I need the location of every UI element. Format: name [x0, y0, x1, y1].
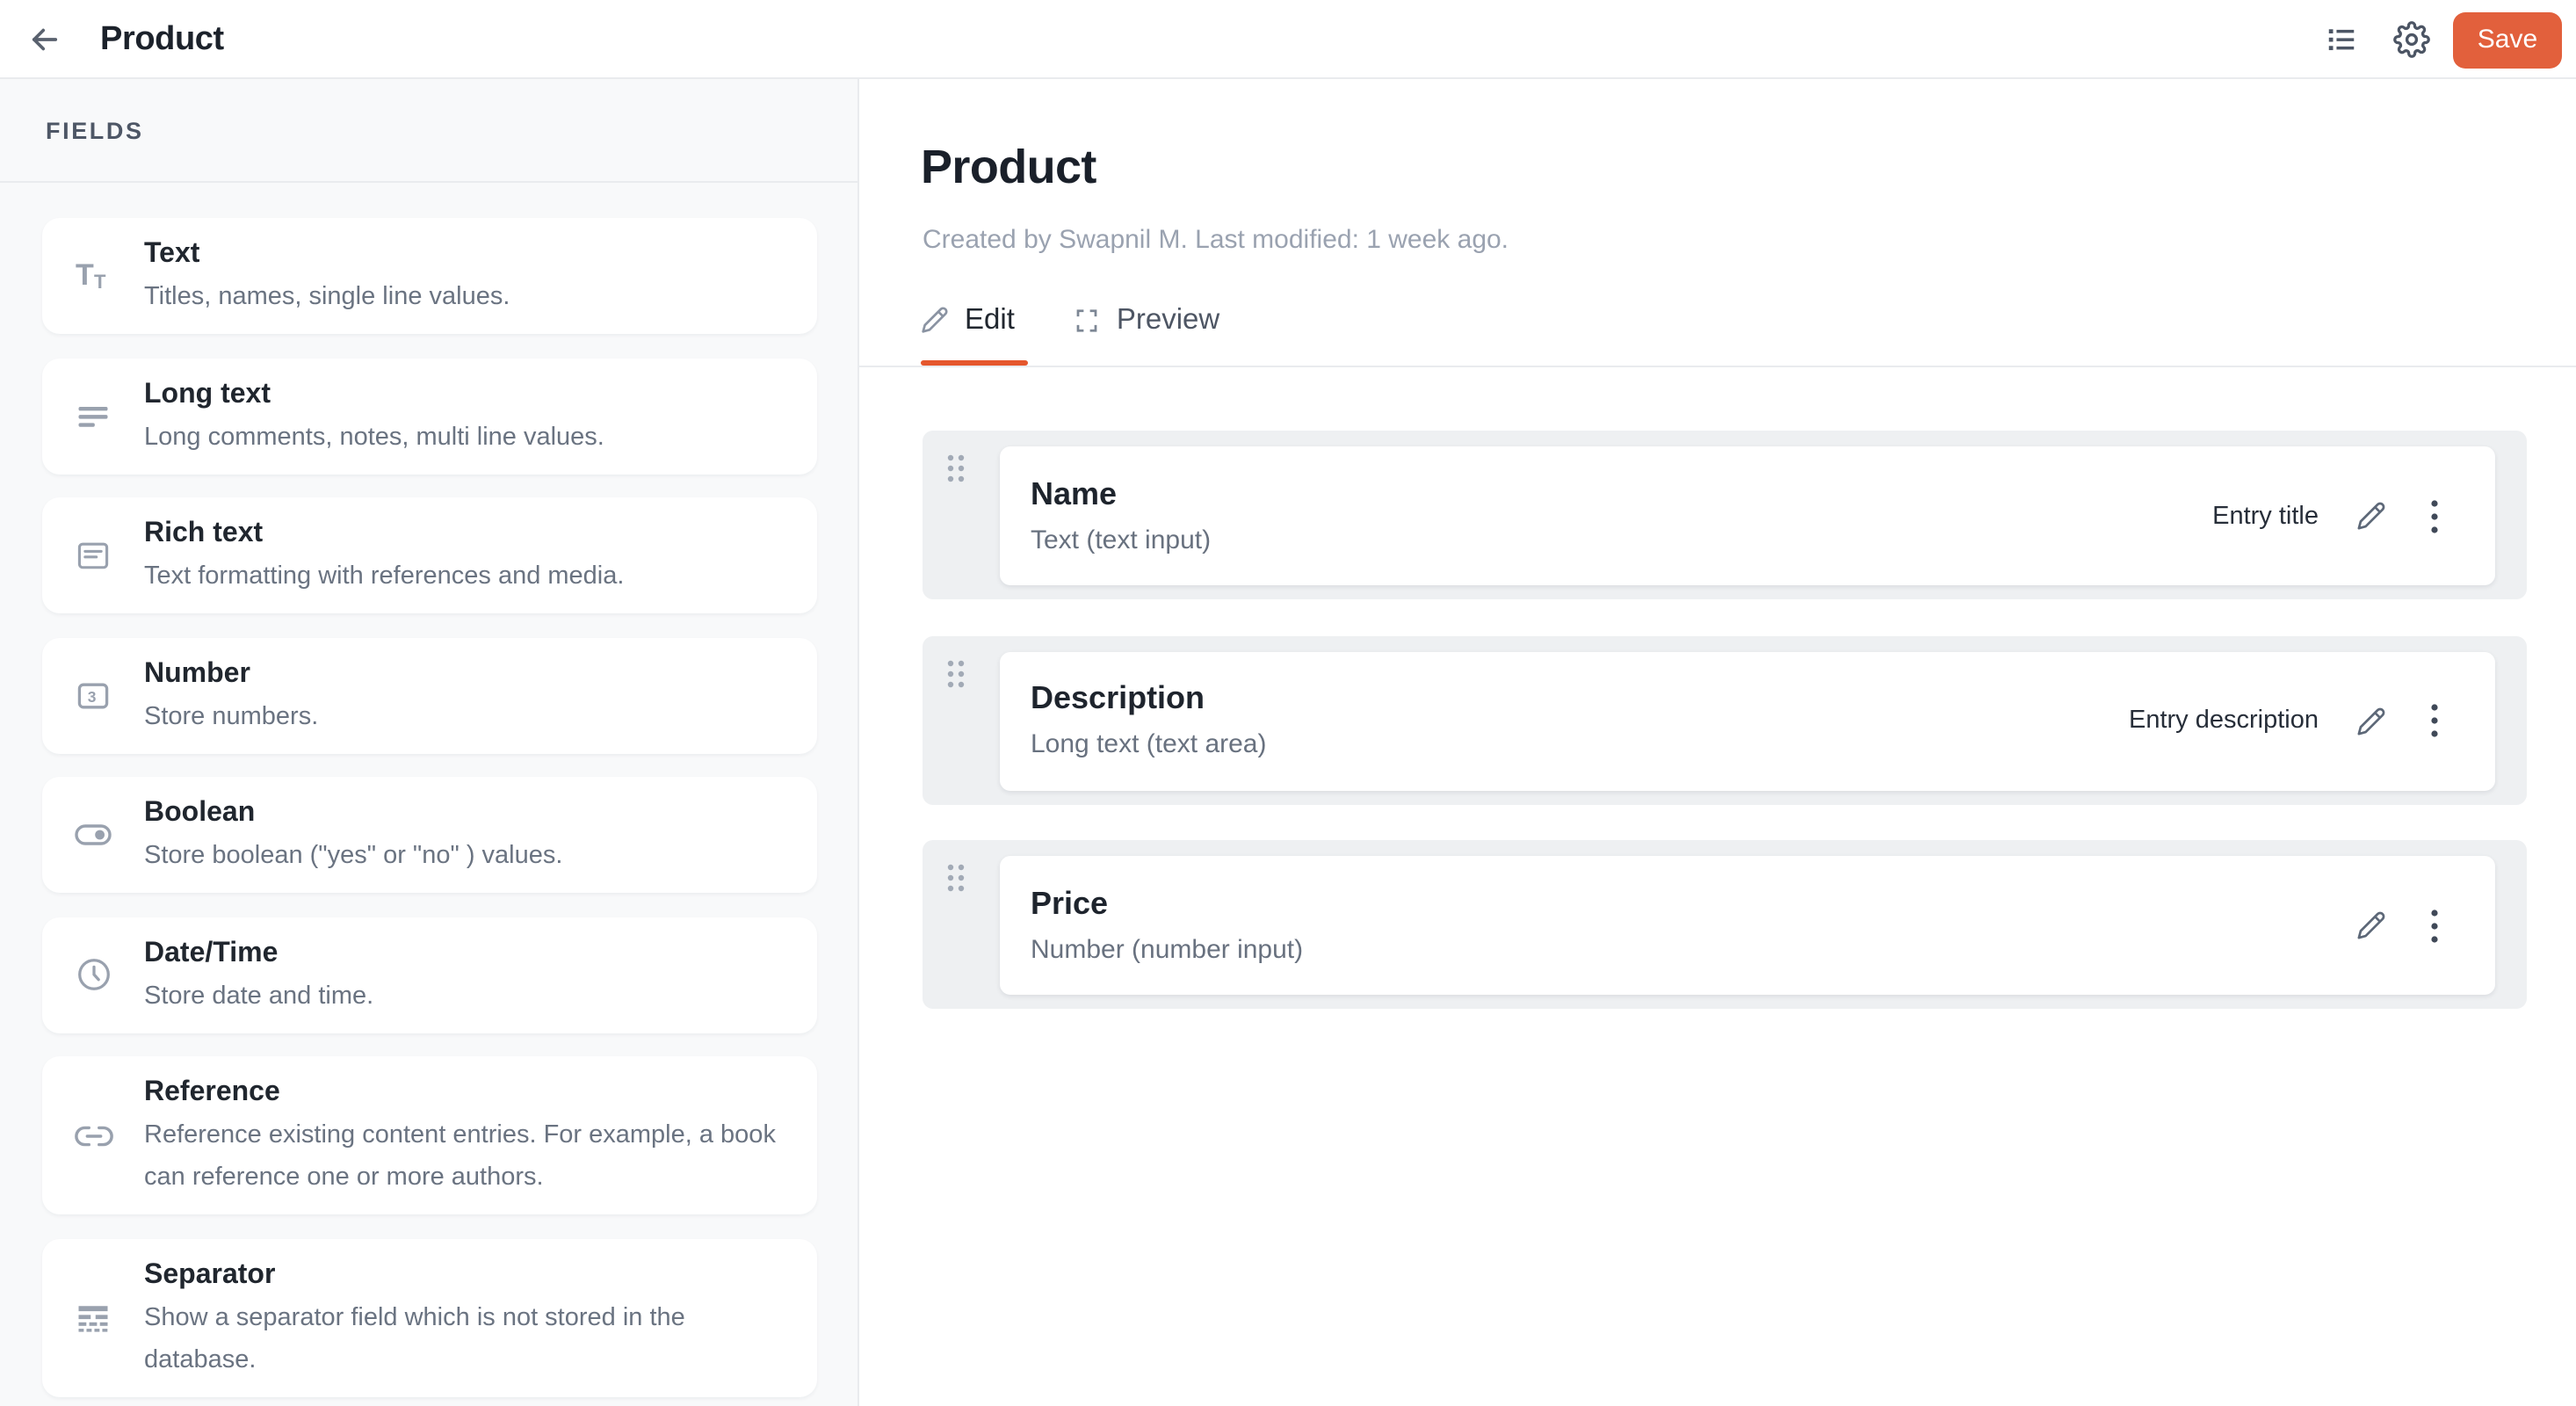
top-bar: Product Save	[0, 0, 2576, 79]
field-card: Description Long text (text area) Entry …	[999, 651, 2494, 790]
edit-field-button[interactable]	[2355, 705, 2387, 736]
field-name: Price	[1031, 885, 1109, 920]
edit-field-button[interactable]	[2355, 500, 2387, 532]
field-type-desc: Titles, names, single line values.	[144, 283, 510, 311]
window-title: Product	[100, 21, 224, 58]
field-type-title: Date/Time	[144, 938, 279, 968]
field-type-title: Boolean	[144, 798, 256, 828]
fields-sidebar: FIELDS T T Text Titles, names, single li…	[0, 79, 859, 1406]
field-info: Price Number (number input)	[1031, 881, 1303, 969]
field-row-description: Description Long text (text area) Entry …	[922, 635, 2526, 804]
text-icon: T T	[72, 255, 114, 297]
field-type-text[interactable]: T T Text Titles, names, single line valu…	[42, 218, 817, 334]
field-badge: Entry description	[2129, 707, 2319, 735]
separator-icon	[72, 1296, 114, 1338]
field-actions	[2355, 906, 2445, 945]
field-name: Name	[1031, 475, 1118, 511]
field-type-desc: Show a separator field which is not stor…	[144, 1303, 685, 1373]
list-icon	[2324, 23, 2357, 56]
field-row-price: Price Number (number input)	[922, 840, 2526, 1009]
field-type-separator[interactable]: Separator Show a separator field which i…	[42, 1238, 817, 1396]
field-badge: Entry title	[2212, 502, 2319, 530]
svg-text:3: 3	[88, 687, 97, 705]
field-type-desc: Store date and time.	[144, 982, 374, 1010]
toggle-icon	[72, 814, 114, 856]
clock-icon	[72, 953, 114, 996]
field-type-desc: Long comments, notes, multi line values.	[144, 423, 604, 451]
main-panel: Product Created by Swapnil M. Last modif…	[859, 79, 2576, 1406]
tab-preview[interactable]: Preview	[1075, 303, 1219, 337]
field-info: Name Text (text input)	[1031, 472, 1211, 560]
number-icon: 3	[72, 674, 114, 716]
tab-label: Edit	[965, 303, 1015, 335]
field-type-long-text[interactable]: Long text Long comments, notes, multi li…	[42, 358, 817, 474]
field-type-desc: Reference existing content entries. For …	[144, 1121, 776, 1192]
topbar-actions: Save	[2318, 0, 2562, 79]
sidebar-header: FIELDS	[0, 79, 857, 183]
field-row-name: Name Text (text input) Entry title	[922, 431, 2526, 599]
list-view-button[interactable]	[2318, 17, 2363, 62]
svg-text:T: T	[76, 258, 94, 292]
arrow-left-icon	[26, 21, 63, 58]
drag-handle-icon[interactable]	[944, 658, 966, 687]
settings-button[interactable]	[2388, 17, 2434, 62]
save-button[interactable]: Save	[2453, 11, 2562, 68]
field-type-title: Separator	[144, 1259, 276, 1289]
field-actions: Entry description	[2129, 701, 2445, 740]
field-type-desc: Store boolean ("yes" or "no" ) values.	[144, 842, 563, 870]
kebab-menu-icon[interactable]	[2424, 701, 2445, 740]
field-type-title: Number	[144, 658, 250, 688]
pencil-icon	[921, 306, 949, 334]
field-card: Name Text (text input) Entry title	[999, 446, 2494, 585]
drag-handle-icon[interactable]	[944, 453, 966, 482]
field-type-title: Text	[144, 239, 200, 269]
field-type-boolean[interactable]: Boolean Store boolean ("yes" or "no" ) v…	[42, 777, 817, 893]
back-button[interactable]	[23, 18, 67, 62]
tab-label: Preview	[1116, 303, 1220, 335]
kebab-menu-icon[interactable]	[2424, 906, 2445, 945]
tab-edit[interactable]: Edit	[921, 303, 1015, 337]
field-type-number[interactable]: 3 Number Store numbers.	[42, 637, 817, 753]
link-icon	[72, 1114, 114, 1156]
field-info: Description Long text (text area)	[1031, 677, 1267, 765]
field-type: Long text (text area)	[1031, 729, 1267, 759]
tabs-divider	[859, 366, 2576, 367]
field-actions: Entry title	[2212, 496, 2445, 535]
page-title: Product	[921, 141, 1096, 193]
field-type-title: Rich text	[144, 518, 264, 548]
page-meta: Created by Swapnil M. Last modified: 1 w…	[923, 225, 1509, 255]
field-type-desc: Store numbers.	[144, 702, 319, 730]
field-type: Text (text input)	[1031, 525, 1212, 554]
field-type: Number (number input)	[1031, 934, 1304, 964]
app-window: Product Save FIELDS T T Text Titles, nam…	[0, 0, 2576, 1406]
field-name: Description	[1031, 680, 1205, 715]
svg-text:T: T	[94, 271, 106, 293]
drag-handle-icon[interactable]	[944, 863, 966, 892]
edit-field-button[interactable]	[2355, 910, 2387, 941]
field-type-rich-text[interactable]: Rich text Text formatting with reference…	[42, 497, 817, 613]
document-icon	[72, 534, 114, 576]
field-card: Price Number (number input)	[999, 856, 2494, 995]
field-type-datetime[interactable]: Date/Time Store date and time.	[42, 917, 817, 1033]
tab-bar: Edit Preview	[921, 292, 1219, 348]
field-type-title: Long text	[144, 379, 271, 409]
field-type-list: T T Text Titles, names, single line valu…	[0, 183, 857, 1406]
align-left-icon	[72, 395, 114, 437]
gear-icon	[2392, 21, 2429, 58]
kebab-menu-icon[interactable]	[2424, 496, 2445, 535]
field-type-reference[interactable]: Reference Reference existing content ent…	[42, 1056, 817, 1214]
field-type-title: Reference	[144, 1077, 280, 1107]
expand-icon	[1075, 307, 1101, 333]
field-type-desc: Text formatting with references and medi…	[144, 562, 625, 591]
